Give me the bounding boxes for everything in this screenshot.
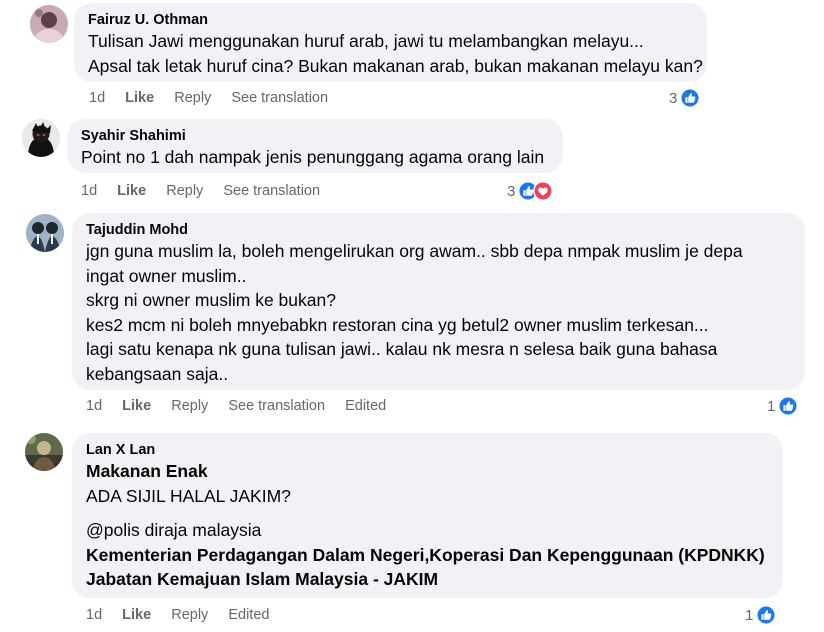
comment-text: skrg ni owner muslim ke bukan? <box>86 290 336 310</box>
like-icon <box>778 396 798 416</box>
comment-text: Apsal tak letak huruf cina? Bukan makana… <box>88 55 703 76</box>
comment-text: Point no 1 dah nampak jenis penunggang a… <box>81 147 545 167</box>
see-translation-link[interactable]: See translation <box>228 398 325 414</box>
comment-actions: 1d Like Reply See translation <box>81 183 336 199</box>
like-button[interactable]: Like <box>125 90 154 106</box>
comment-author[interactable]: Tajuddin Mohd <box>86 221 791 239</box>
like-button[interactable]: Like <box>117 183 146 199</box>
avatar[interactable] <box>25 433 63 471</box>
mention-tag[interactable]: @polis diraja malaysia <box>86 518 769 543</box>
reaction-count: 3 <box>669 89 678 107</box>
avatar[interactable] <box>26 214 64 252</box>
like-button[interactable]: Like <box>122 398 151 414</box>
comment-text: kes2 mcm ni boleh mnyebabkn restoran cin… <box>86 314 709 335</box>
comment-time[interactable]: 1d <box>86 607 102 623</box>
comment-author[interactable]: Syahir Shahimi <box>81 127 549 145</box>
mention-tag[interactable]: Kementerian Perdagangan Dalam Negeri,Kop… <box>86 543 769 568</box>
reaction-summary[interactable]: 1 <box>767 396 798 416</box>
love-icon <box>533 181 553 201</box>
comment-actions: 1d Like Reply See translation <box>89 90 344 106</box>
edited-label[interactable]: Edited <box>228 607 269 623</box>
reply-button[interactable]: Reply <box>166 183 203 199</box>
mention-tag[interactable]: Jabatan Kemajuan Islam Malaysia - JAKIM <box>86 567 769 592</box>
comment-text: jgn guna muslim la, boleh mengelirukan o… <box>86 241 743 261</box>
comment-text: ingat owner muslim.. <box>86 265 247 286</box>
reaction-count: 3 <box>507 182 516 200</box>
avatar[interactable] <box>22 119 60 157</box>
see-translation-link[interactable]: See translation <box>231 90 328 106</box>
like-icon <box>756 605 776 625</box>
reaction-summary[interactable]: 3 <box>507 181 553 201</box>
comment-text: Makanan Enak <box>86 461 208 481</box>
reply-button[interactable]: Reply <box>171 398 208 414</box>
avatar[interactable] <box>30 5 68 43</box>
comment-author[interactable]: Lan X Lan <box>86 441 769 459</box>
reply-button[interactable]: Reply <box>174 90 211 106</box>
comment-text: kebangsaan saja.. <box>86 363 229 384</box>
comment-bubble: Lan X Lan Makanan Enak ADA SIJIL HALAL J… <box>72 433 783 598</box>
reaction-summary[interactable]: 3 <box>669 88 700 108</box>
comment-actions: 1d Like Reply See translation Edited <box>86 398 402 414</box>
comment-bubble: Fairuz U. Othman Tulisan Jawi menggunaka… <box>74 3 707 82</box>
comment-bubble: Syahir Shahimi Point no 1 dah nampak jen… <box>67 119 563 173</box>
reply-button[interactable]: Reply <box>171 607 208 623</box>
comment-time[interactable]: 1d <box>81 183 97 199</box>
comment-actions: 1d Like Reply Edited <box>86 607 285 623</box>
comment-bubble: Tajuddin Mohd jgn guna muslim la, boleh … <box>72 213 805 390</box>
edited-label[interactable]: Edited <box>345 398 386 414</box>
comment-text: Tulisan Jawi menggunakan huruf arab, jaw… <box>88 31 644 51</box>
reaction-count: 1 <box>767 397 776 415</box>
like-button[interactable]: Like <box>122 607 151 623</box>
comment-time[interactable]: 1d <box>86 398 102 414</box>
see-translation-link[interactable]: See translation <box>223 183 320 199</box>
comment-author[interactable]: Fairuz U. Othman <box>88 11 693 29</box>
comment-text: ADA SIJIL HALAL JAKIM? <box>86 485 291 506</box>
reaction-count: 1 <box>745 606 754 624</box>
like-icon <box>680 88 700 108</box>
reaction-summary[interactable]: 1 <box>745 605 776 625</box>
comment-time[interactable]: 1d <box>89 90 105 106</box>
comment-text: lagi satu kenapa nk guna tulisan jawi.. … <box>86 339 718 359</box>
